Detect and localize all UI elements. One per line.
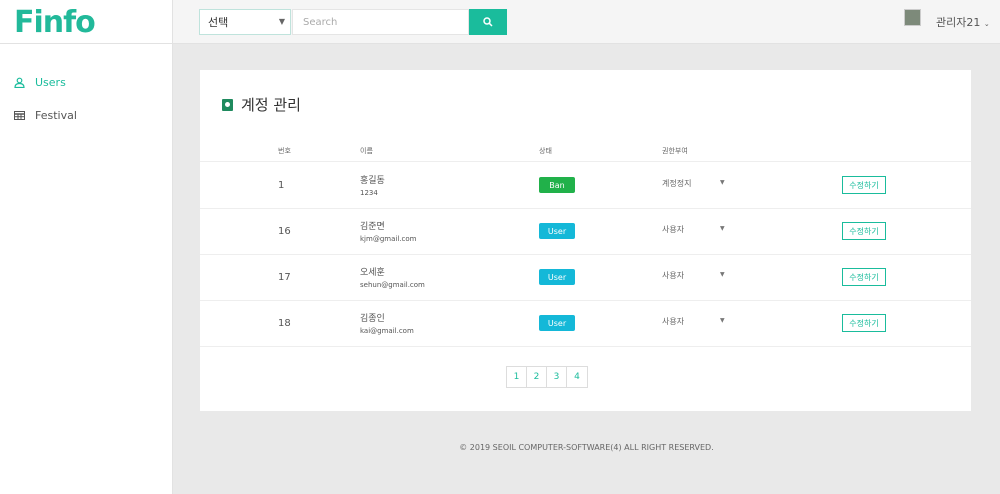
table-row: 1 홍길동 1234 Ban 계정정지 ▼ 수정하기: [200, 163, 971, 209]
caret-down-icon[interactable]: ▼: [720, 317, 725, 324]
sidebar: Users Festival: [0, 44, 173, 494]
page-link[interactable]: 4: [567, 367, 587, 387]
contact-card-icon: [222, 98, 233, 111]
caret-down-icon[interactable]: ▼: [720, 179, 725, 186]
column-header: 상태: [539, 147, 552, 155]
column-header: 권한부여: [662, 147, 688, 155]
page-title: 계정 관리: [222, 94, 301, 115]
user-icon: [14, 77, 25, 88]
page-title-text: 계정 관리: [241, 96, 301, 114]
logo-area: Finfo: [0, 0, 173, 44]
edit-button[interactable]: 수정하기: [842, 222, 886, 240]
edit-button[interactable]: 수정하기: [842, 268, 886, 286]
sidebar-item-label: Festival: [35, 109, 77, 122]
category-select[interactable]: 선택 ▼: [199, 9, 291, 35]
row-email: 1234: [360, 189, 378, 197]
caret-down-icon[interactable]: ▼: [720, 225, 725, 232]
row-name: 김준면: [360, 222, 385, 232]
edit-button[interactable]: 수정하기: [842, 314, 886, 332]
pagination: 1 2 3 4: [506, 366, 588, 388]
table-row: 16 김준면 kjm@gmail.com User 사용자 ▼ 수정하기: [200, 209, 971, 255]
account-card: 계정 관리 번호 이름 상태 권한부여 1 홍길동 1234 Ban 계정정지 …: [200, 70, 971, 411]
footer-copyright: © 2019 SEOIL COMPUTER-SOFTWARE(4) ALL RI…: [459, 443, 714, 452]
status-badge: User: [539, 269, 575, 285]
row-email: sehun@gmail.com: [360, 281, 425, 289]
status-badge: User: [539, 315, 575, 331]
page-link[interactable]: 1: [507, 367, 527, 387]
admin-menu[interactable]: 관리자21 ⌄: [936, 14, 990, 30]
row-email: kjm@gmail.com: [360, 235, 417, 243]
permission-select[interactable]: 계정정지: [662, 178, 691, 189]
status-badge: Ban: [539, 177, 575, 193]
row-name: 오세훈: [360, 268, 385, 278]
column-header: 이름: [360, 147, 373, 155]
chevron-down-icon: ▼: [278, 17, 285, 26]
table-row: 17 오세훈 sehun@gmail.com User 사용자 ▼ 수정하기: [200, 255, 971, 301]
admin-name: 관리자21: [936, 16, 981, 29]
caret-down-icon[interactable]: ▼: [720, 271, 725, 278]
permission-select[interactable]: 사용자: [662, 270, 684, 281]
row-number: 16: [278, 226, 291, 237]
row-number: 17: [278, 272, 291, 283]
category-select-value: 선택: [208, 16, 229, 29]
avatar[interactable]: [904, 9, 921, 26]
brand-logo[interactable]: Finfo: [14, 5, 96, 40]
row-number: 1: [278, 180, 285, 191]
table-header: 번호 이름 상태 권한부여: [200, 142, 971, 162]
row-name: 김종인: [360, 314, 385, 324]
page-link[interactable]: 3: [547, 367, 567, 387]
table-row: 18 김종인 kai@gmail.com User 사용자 ▼ 수정하기: [200, 301, 971, 347]
sidebar-item-festival[interactable]: Festival: [14, 109, 77, 122]
column-header: 번호: [278, 147, 291, 155]
search-icon: [483, 17, 493, 27]
chevron-down-icon: ⌄: [983, 20, 990, 28]
edit-button[interactable]: 수정하기: [842, 176, 886, 194]
permission-select[interactable]: 사용자: [662, 316, 684, 327]
row-email: kai@gmail.com: [360, 327, 414, 335]
search-button[interactable]: [469, 9, 507, 35]
row-number: 18: [278, 318, 291, 329]
sidebar-item-users[interactable]: Users: [14, 76, 66, 89]
search-input[interactable]: [292, 9, 469, 35]
table-icon: [14, 111, 25, 120]
page-link[interactable]: 2: [527, 367, 547, 387]
top-bar: 선택 ▼ 관리자21 ⌄: [173, 0, 1000, 44]
status-badge: User: [539, 223, 575, 239]
row-name: 홍길동: [360, 176, 385, 186]
permission-select[interactable]: 사용자: [662, 224, 684, 235]
sidebar-item-label: Users: [35, 76, 66, 89]
